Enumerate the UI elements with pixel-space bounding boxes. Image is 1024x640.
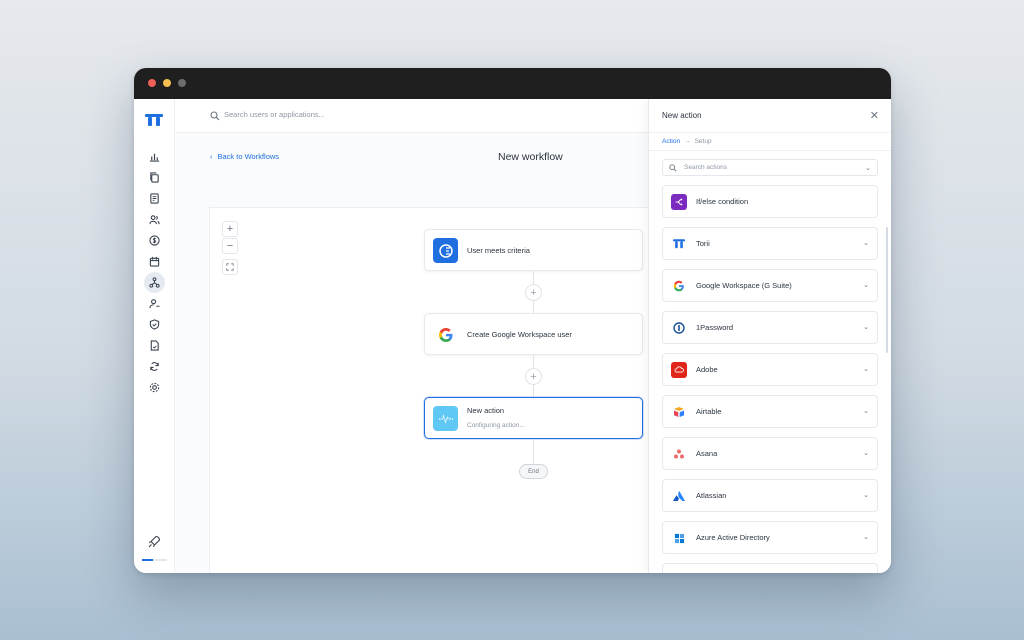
action-label: Asana	[696, 449, 718, 458]
onboarding-progress-fill	[142, 559, 154, 561]
node-title: User meets criteria	[467, 246, 530, 255]
action-label: Atlassian	[696, 491, 727, 500]
gear-icon[interactable]	[144, 377, 165, 398]
fit-screen-button[interactable]	[222, 259, 238, 275]
action-torii[interactable]: Torii ⌄	[662, 227, 878, 260]
zoom-out-button[interactable]: −	[222, 238, 238, 254]
panel-scrollbar[interactable]	[886, 227, 888, 353]
calendar-icon[interactable]	[144, 251, 165, 272]
chevron-left-icon: ‹	[210, 152, 213, 161]
zoom-in-button[interactable]: +	[222, 221, 238, 237]
action-label: If/else condition	[696, 197, 749, 206]
workflow-canvas[interactable]: + − User meets criteria + Create Google …	[209, 207, 648, 573]
torii-logo-icon[interactable]	[145, 113, 163, 132]
close-icon[interactable]: ✕	[870, 109, 879, 122]
chevron-down-icon: ⌄	[863, 240, 869, 247]
atlassian-icon	[671, 488, 687, 504]
action-partial-row[interactable]	[662, 563, 878, 573]
chevron-down-icon: ⌄	[863, 450, 869, 457]
shield-icon[interactable]	[144, 314, 165, 335]
bar-chart-icon[interactable]	[144, 146, 165, 167]
onepassword-icon	[671, 320, 687, 336]
node-subtitle: Configuring action...	[467, 422, 525, 429]
torii-icon	[671, 236, 687, 252]
copy-icon[interactable]	[144, 167, 165, 188]
action-azure-ad[interactable]: Azure Active Directory ⌄	[662, 521, 878, 554]
action-label: 1Password	[696, 323, 734, 332]
trigger-icon	[433, 238, 458, 263]
action-adobe[interactable]: Adobe ⌄	[662, 353, 878, 386]
search-input[interactable]: Search users or applications...	[224, 110, 325, 119]
airtable-icon	[671, 404, 687, 420]
divider	[649, 150, 891, 151]
main-area: Search users or applications... ‹ Back t…	[175, 99, 648, 573]
user-minus-icon[interactable]	[144, 293, 165, 314]
action-pulse-icon	[433, 406, 458, 431]
chevron-down-icon: ⌄	[863, 534, 869, 541]
global-search[interactable]: Search users or applications...	[175, 99, 648, 133]
action-label: Google Workspace (G Suite)	[696, 281, 792, 290]
app-window: Search users or applications... ‹ Back t…	[134, 68, 891, 573]
back-to-workflows-link[interactable]: ‹ Back to Workflows	[210, 152, 279, 161]
onboarding-progress	[142, 559, 167, 561]
google-action-node[interactable]: Create Google Workspace user	[424, 313, 643, 355]
document-icon[interactable]	[144, 188, 165, 209]
chevron-down-icon[interactable]: ⌄	[865, 164, 871, 172]
sync-icon[interactable]	[144, 356, 165, 377]
minimize-window-button[interactable]	[163, 79, 171, 87]
search-icon	[669, 164, 677, 172]
google-icon	[671, 278, 687, 294]
action-label: Azure Active Directory	[696, 533, 770, 542]
action-label: Torii	[696, 239, 710, 248]
adobe-icon	[671, 362, 687, 378]
action-atlassian[interactable]: Atlassian ⌄	[662, 479, 878, 512]
users-icon[interactable]	[144, 209, 165, 230]
step-action[interactable]: Action	[662, 138, 680, 145]
search-icon	[210, 111, 220, 121]
file-icon[interactable]	[144, 335, 165, 356]
back-link-label: Back to Workflows	[217, 152, 280, 161]
node-title: Create Google Workspace user	[467, 330, 572, 339]
sidebar	[134, 99, 175, 573]
action-airtable[interactable]: Airtable ⌄	[662, 395, 878, 428]
node-title: New action	[467, 406, 505, 415]
add-step-button[interactable]: +	[525, 368, 542, 385]
azure-icon	[671, 530, 687, 546]
action-google-workspace[interactable]: Google Workspace (G Suite) ⌄	[662, 269, 878, 302]
asana-icon	[671, 446, 687, 462]
dollar-icon[interactable]	[144, 230, 165, 251]
title-bar	[134, 68, 891, 99]
branch-icon	[671, 194, 687, 210]
action-if-else[interactable]: If/else condition	[662, 185, 878, 218]
new-action-panel: New action ✕ Action → Setup Search actio…	[648, 99, 891, 573]
google-icon	[433, 322, 458, 347]
panel-title: New action	[662, 111, 702, 120]
new-action-node[interactable]: New action Configuring action...	[424, 397, 643, 439]
action-search-field[interactable]: Search actions ⌄	[662, 159, 878, 176]
chevron-down-icon: ⌄	[863, 324, 869, 331]
chevron-down-icon: ⌄	[863, 366, 869, 373]
chevron-down-icon: ⌄	[863, 282, 869, 289]
add-step-button[interactable]: +	[525, 284, 542, 301]
expand-icon	[226, 263, 234, 271]
chevron-down-icon: ⌄	[863, 408, 869, 415]
end-node: End	[519, 464, 548, 479]
action-label: Adobe	[696, 365, 718, 374]
chevron-down-icon: ⌄	[863, 492, 869, 499]
action-asana[interactable]: Asana ⌄	[662, 437, 878, 470]
step-setup[interactable]: Setup	[695, 138, 712, 145]
page-title: New workflow	[498, 151, 563, 163]
connector-line	[533, 440, 534, 464]
step-breadcrumb: Action → Setup	[662, 138, 712, 145]
workflow-icon[interactable]	[144, 272, 165, 293]
zoom-window-button[interactable]	[178, 79, 186, 87]
arrow-right-icon: →	[684, 138, 691, 145]
action-search-input[interactable]: Search actions	[684, 164, 727, 171]
action-label: Airtable	[696, 407, 722, 416]
divider	[649, 132, 891, 133]
close-window-button[interactable]	[148, 79, 156, 87]
action-1password[interactable]: 1Password ⌄	[662, 311, 878, 344]
rocket-icon[interactable]	[147, 535, 161, 549]
trigger-node[interactable]: User meets criteria	[424, 229, 643, 271]
